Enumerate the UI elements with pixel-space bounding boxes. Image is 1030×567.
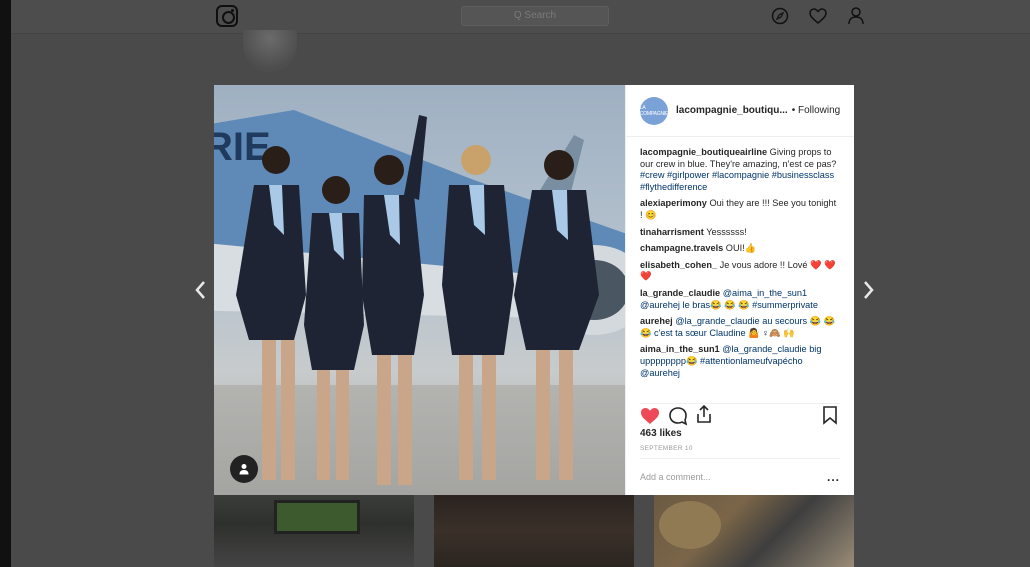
search-input[interactable]: Q Search xyxy=(461,6,609,26)
comment-item: elisabeth_cohen_ Je vous adore !! Lové ❤… xyxy=(640,260,840,283)
comment-input[interactable]: Add a comment... xyxy=(640,472,711,482)
window-left-edge xyxy=(0,0,11,567)
comment-username[interactable]: lacompagnie_boutiqueairline xyxy=(640,147,767,157)
share-icon[interactable] xyxy=(694,404,714,424)
comment-username[interactable]: tinaharrisment xyxy=(640,227,704,237)
person-tag-icon xyxy=(239,464,249,475)
comment-icon[interactable] xyxy=(668,406,688,426)
comment-item: la_grande_claudie @aima_in_the_sun1 @aur… xyxy=(640,288,840,311)
post-actions-bar xyxy=(640,403,840,426)
grid-thumbnail[interactable] xyxy=(214,495,414,567)
comment-text: OUI!👍 xyxy=(723,243,757,254)
heart-icon[interactable] xyxy=(808,7,828,25)
comment-username[interactable]: champagne.travels xyxy=(640,243,723,253)
comment-item: alexiaperimony Oui they are !!! See you … xyxy=(640,198,840,221)
comment-username[interactable]: alexiaperimony xyxy=(640,198,707,208)
avatar[interactable]: LA COMPAGNIE xyxy=(640,96,668,125)
comment-username[interactable]: aima_in_the_sun1 xyxy=(640,344,720,354)
comments-list: lacompagnie_boutiqueairline Giving props… xyxy=(640,147,840,384)
user-tag-button[interactable] xyxy=(230,455,258,483)
grid-thumbnail[interactable] xyxy=(654,495,854,567)
comment-username[interactable]: elisabeth_cohen_ xyxy=(640,260,717,270)
comment-item: tinaharrisment Yessssss! xyxy=(640,227,840,239)
post-username[interactable]: lacompagnie_boutiqu... xyxy=(676,105,788,116)
bookmark-icon[interactable] xyxy=(820,405,840,425)
hashtags[interactable]: #crew #girlpower #lacompagnie #businessc… xyxy=(640,170,834,192)
comment-item: aurehej @la_grande_claudie au secours 😂 … xyxy=(640,316,840,339)
comment-item: champagne.travels OUI!👍 xyxy=(640,243,840,255)
like-heart-icon[interactable] xyxy=(640,406,660,426)
instagram-logo-icon[interactable] xyxy=(216,5,238,27)
person-icon[interactable] xyxy=(846,7,866,25)
background-profile-avatar xyxy=(243,30,297,72)
comment-item: aima_in_the_sun1 @la_grande_claudie big … xyxy=(640,344,840,379)
likes-count[interactable]: 463 likes xyxy=(640,428,682,439)
comment-username[interactable]: aurehej xyxy=(640,316,673,326)
comment-username[interactable]: la_grande_claudie xyxy=(640,288,720,298)
following-status[interactable]: • Following xyxy=(792,105,841,116)
grid-thumbnail[interactable] xyxy=(434,495,634,567)
top-navigation-bar: Q Search xyxy=(11,0,1030,34)
background-thumbnail-grid xyxy=(214,495,854,567)
crew-group-illustration xyxy=(236,115,599,485)
post-photo[interactable]: RIE xyxy=(214,85,625,495)
caption: lacompagnie_boutiqueairline Giving props… xyxy=(640,147,840,193)
next-post-arrow-icon[interactable] xyxy=(860,280,876,300)
post-date: SEPTEMBER 10 xyxy=(640,445,693,452)
post-header: LA COMPAGNIE lacompagnie_boutiqu... • Fo… xyxy=(626,85,854,137)
top-nav-icons xyxy=(770,7,866,25)
previous-post-arrow-icon[interactable] xyxy=(193,280,209,300)
more-options-icon[interactable]: ... xyxy=(827,470,840,484)
add-comment-bar: Add a comment... ... xyxy=(640,458,840,495)
post-sidebar: LA COMPAGNIE lacompagnie_boutiqu... • Fo… xyxy=(625,85,854,495)
comment-text: Yessssss! xyxy=(703,226,747,237)
post-modal: RIE LA COMPAGNIE lacompagnie_boutiqu... … xyxy=(214,85,854,495)
compass-icon[interactable] xyxy=(770,7,790,25)
